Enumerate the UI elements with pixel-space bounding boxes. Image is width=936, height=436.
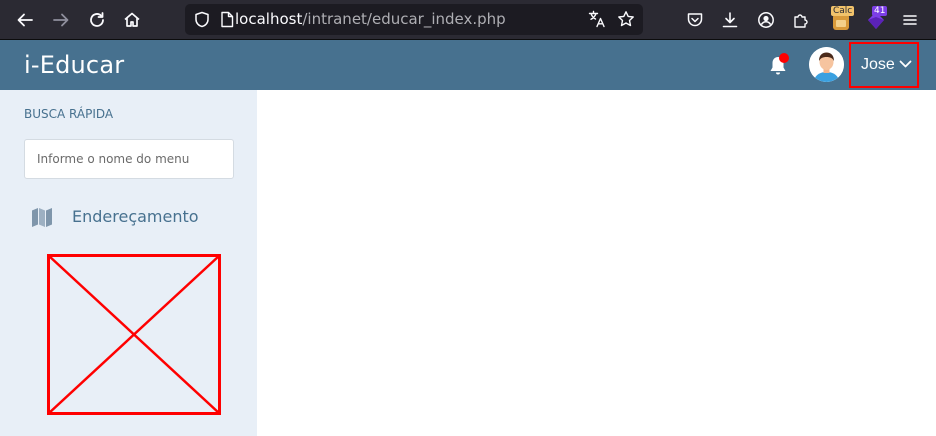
sidebar: BUSCA RÁPIDA Endereçamento bbox=[0, 90, 257, 436]
pocket-icon bbox=[687, 13, 703, 27]
calc-badge: Calc bbox=[831, 6, 855, 16]
extension-count-badge: 41 bbox=[872, 6, 888, 16]
arrow-right-icon bbox=[53, 13, 69, 27]
sidebar-item-label: Endereçamento bbox=[72, 207, 199, 226]
puzzle-icon bbox=[794, 14, 808, 28]
user-avatar-icon bbox=[809, 47, 844, 82]
shield-icon[interactable] bbox=[194, 11, 210, 28]
page-icon[interactable] bbox=[220, 11, 234, 28]
account-button[interactable] bbox=[753, 7, 779, 33]
back-button[interactable] bbox=[12, 7, 38, 33]
broken-image-placeholder bbox=[47, 254, 221, 415]
notification-dot-icon bbox=[779, 53, 789, 63]
translate-icon[interactable] bbox=[588, 10, 606, 28]
pocket-button[interactable] bbox=[682, 7, 708, 33]
url-text[interactable]: localhost/intranet/educar_index.php bbox=[235, 11, 506, 28]
download-icon bbox=[722, 12, 738, 28]
account-icon bbox=[758, 12, 774, 28]
downloads-button[interactable] bbox=[717, 7, 743, 33]
extension-button[interactable]: 41 bbox=[863, 6, 889, 33]
app-menu-button[interactable] bbox=[897, 7, 923, 33]
user-name: Jose bbox=[861, 56, 895, 73]
brand-logo-text[interactable]: i-Educar bbox=[24, 51, 124, 79]
map-icon bbox=[32, 208, 52, 227]
user-menu-button[interactable]: Jose bbox=[849, 42, 919, 88]
home-icon bbox=[124, 12, 140, 27]
arrow-left-icon bbox=[17, 13, 33, 27]
bookmark-star-icon[interactable] bbox=[617, 10, 635, 28]
url-path: /intranet/educar_index.php bbox=[302, 10, 506, 28]
extensions-button[interactable] bbox=[788, 7, 814, 33]
main-content bbox=[257, 90, 936, 436]
hamburger-icon bbox=[903, 15, 917, 25]
reload-button[interactable] bbox=[84, 7, 110, 33]
browser-toolbar: localhost/intranet/educar_index.php Calc… bbox=[0, 0, 936, 40]
avatar[interactable] bbox=[809, 47, 844, 82]
url-bar[interactable]: localhost/intranet/educar_index.php bbox=[185, 4, 643, 35]
app-header: i-Educar Jose bbox=[0, 40, 936, 90]
url-host: localhost bbox=[235, 10, 303, 28]
chevron-down-icon bbox=[899, 60, 912, 68]
sidebar-item-enderecamento[interactable]: Endereçamento bbox=[24, 202, 244, 234]
reload-icon bbox=[90, 12, 104, 27]
forward-button[interactable] bbox=[48, 7, 74, 33]
menu-search-input[interactable] bbox=[24, 139, 234, 179]
quick-search-heading: BUSCA RÁPIDA bbox=[24, 107, 114, 121]
home-button[interactable] bbox=[119, 7, 145, 33]
notifications-button[interactable] bbox=[766, 53, 792, 79]
extension-calc-button[interactable]: Calc bbox=[828, 6, 855, 33]
